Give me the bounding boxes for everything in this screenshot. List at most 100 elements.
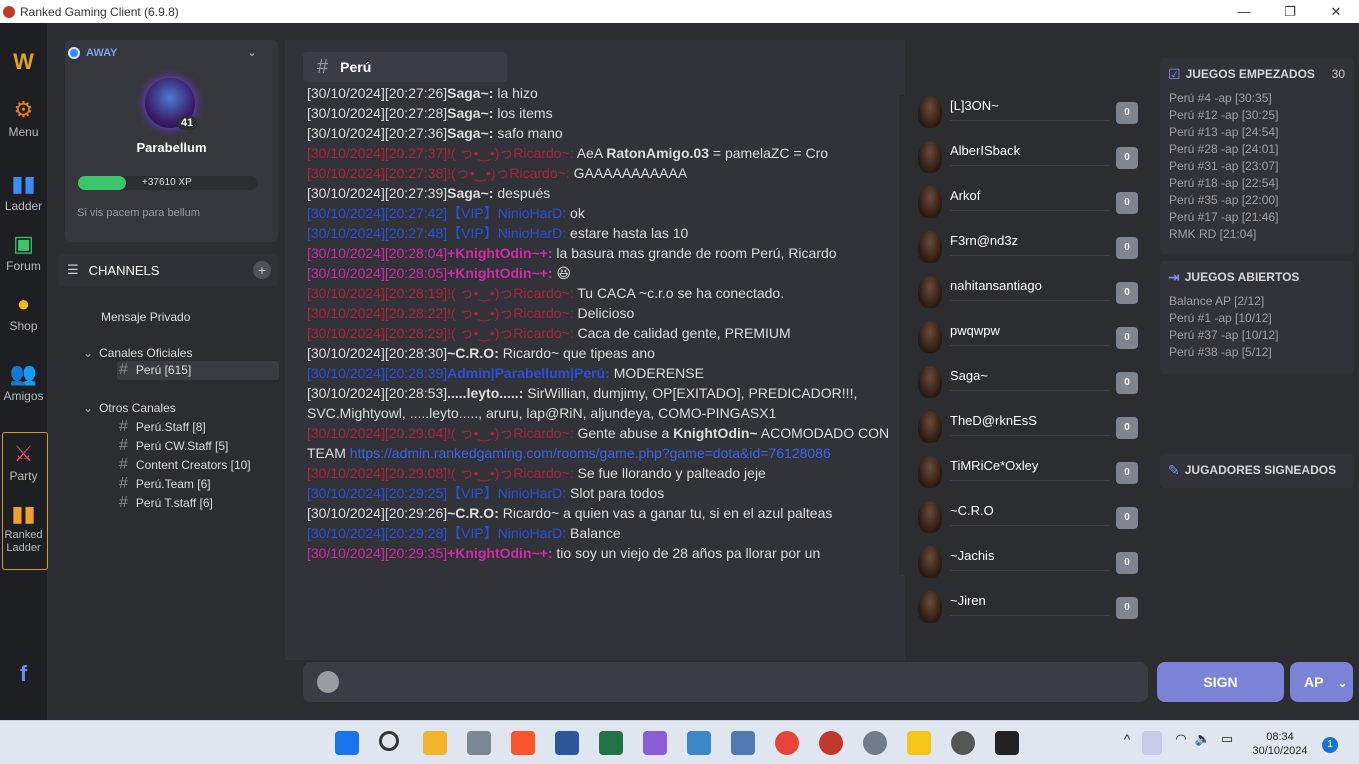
facebook-icon[interactable]: f	[0, 661, 47, 689]
user-list-item[interactable]: TheD@rknEsS 0	[912, 403, 1144, 448]
calculator-icon[interactable]	[467, 731, 491, 755]
game-list-item[interactable]: Perú #1 -ap [10/12]	[1160, 310, 1353, 327]
channel-item[interactable]: # Perú.Staff [8]	[119, 418, 206, 436]
message-author[interactable]: ~C.R.O	[447, 345, 494, 361]
notification-badge[interactable]: 1	[1322, 737, 1338, 753]
message-author[interactable]: ~C.R.O	[447, 505, 494, 521]
message-author[interactable]: +KnightOdin~+	[447, 265, 548, 281]
message-author[interactable]: !(っ•‿•)っRicardo~	[447, 165, 566, 181]
user-list-item[interactable]: ~Jachis 0	[912, 538, 1144, 583]
official-channels-group[interactable]: ⌄ Canales Oficiales	[83, 346, 192, 360]
user-list-item[interactable]: pwqwpw 0	[912, 313, 1144, 358]
message-author[interactable]: .....leyto.....	[447, 385, 519, 401]
nav-ranked-ladder[interactable]: ▮▮ Ranked Ladder	[0, 501, 47, 555]
message-author[interactable]: Saga~	[447, 185, 489, 201]
disk-app-icon[interactable]	[951, 731, 975, 755]
brave-browser-icon[interactable]	[511, 731, 535, 755]
message-author[interactable]: !( っ•‿•)っRicardo~	[447, 425, 570, 441]
channel-item[interactable]: # Perú T.staff [6]	[119, 494, 213, 512]
tray-feather-icon[interactable]	[1142, 731, 1162, 755]
message-author[interactable]: +KnightOdin~+	[447, 545, 548, 561]
nav-forum[interactable]: ▣ Forum	[0, 231, 47, 273]
warcraft-logo-icon[interactable]: W	[0, 49, 47, 77]
game-list-item[interactable]: Perú #38 -ap [5/12]	[1160, 344, 1353, 361]
user-list[interactable]: [L]3ON~ 0 AlberISback 0 Arkof 0 F3rn@nd3z 0 nahi…	[912, 88, 1144, 650]
monitor-app-icon[interactable]	[731, 731, 755, 755]
game-list-item[interactable]: Perú #18 -ap [22:54]	[1160, 175, 1353, 192]
chevron-up-icon[interactable]: ^	[1118, 731, 1136, 755]
clock[interactable]: 08:34 30/10/2024	[1248, 730, 1312, 758]
mode-dropdown[interactable]: AP ⌄	[1290, 662, 1353, 702]
game-list-item[interactable]: Perú #17 -ap [21:46]	[1160, 209, 1353, 226]
user-list-item[interactable]: TiMRiCe*Oxley 0	[912, 448, 1144, 493]
maximize-button[interactable]: ❐	[1267, 0, 1313, 23]
speaker-icon[interactable]: 🔈	[1194, 731, 1212, 755]
message-author[interactable]: 【VIP】NinioHarD	[447, 525, 562, 541]
game-list-item[interactable]: Perú #4 -ap [30:35]	[1160, 90, 1353, 107]
message-author[interactable]: !( っ•‿•)っRicardo~	[447, 285, 570, 301]
message-input[interactable]	[303, 662, 1148, 702]
minimize-button[interactable]: —	[1221, 0, 1267, 23]
game-list-item[interactable]: Perú #37 -ap [10/12]	[1160, 327, 1353, 344]
message-author[interactable]: 【VIP】NinioHarD	[447, 205, 562, 221]
message-link[interactable]: https://admin.rankedgaming.com/rooms/gam…	[350, 445, 831, 461]
word-icon[interactable]	[555, 731, 579, 755]
nav-friends[interactable]: 👥 Amigos	[0, 361, 47, 403]
message-author[interactable]: Admin|Parabellum|Perú	[447, 365, 605, 381]
message-author[interactable]: !( っ•‿•)っRicardo~	[447, 145, 570, 161]
chrome-icon[interactable]	[775, 731, 799, 755]
nav-party[interactable]: ⚔ Party	[0, 441, 47, 483]
channel-item-peru[interactable]: # Perú [615]	[117, 361, 279, 380]
user-list-item[interactable]: ~Jiren 0	[912, 583, 1144, 628]
message-list[interactable]: [30/10/2024][20:27:26]Saga~: la hizo [30/…	[307, 83, 891, 660]
feather-app-icon[interactable]	[643, 731, 667, 755]
settings-icon[interactable]	[863, 731, 887, 755]
message-author[interactable]: !( っ•‿•)っRicardo~	[447, 305, 570, 321]
other-channels-group[interactable]: ⌄ Otros Canales	[83, 401, 176, 415]
close-button[interactable]: ✕	[1313, 0, 1359, 23]
excel-icon[interactable]	[599, 731, 623, 755]
user-list-item[interactable]: ~C.R.O 0	[912, 493, 1144, 538]
wifi-icon[interactable]: ◠	[1172, 731, 1190, 755]
message-author[interactable]: Saga~	[447, 85, 489, 101]
message-author[interactable]: 【VIP】NinioHarD	[447, 485, 562, 501]
message-author[interactable]: Saga~	[447, 105, 489, 121]
message-author[interactable]: !( っ•‿•)っRicardo~	[447, 325, 570, 341]
message-author[interactable]: +KnightOdin~+	[447, 245, 548, 261]
emoji-icon[interactable]	[317, 671, 339, 693]
user-list-item[interactable]: F3rn@nd3z 0	[912, 223, 1144, 268]
channel-item[interactable]: # Perú.Team [6]	[119, 475, 211, 493]
nav-ladder[interactable]: ▮▮ Ladder	[0, 171, 47, 213]
game-list-item[interactable]: Perú #13 -ap [24:54]	[1160, 124, 1353, 141]
file-explorer-icon[interactable]	[423, 731, 447, 755]
game-list-item[interactable]: Perú #12 -ap [30:25]	[1160, 107, 1353, 124]
game-list-item[interactable]: Perú #31 -ap [23:07]	[1160, 158, 1353, 175]
message-author[interactable]: 【VIP】NinioHarD	[447, 225, 562, 241]
channel-item[interactable]: # Content Creators [10]	[119, 456, 251, 474]
channel-item[interactable]: # Perú CW.Staff [5]	[119, 437, 228, 455]
game-list-item[interactable]: Perú #28 -ap [24:01]	[1160, 141, 1353, 158]
private-message-item[interactable]: Mensaje Privado	[101, 310, 190, 324]
message-author[interactable]: Saga~	[447, 125, 489, 141]
user-list-item[interactable]: Arkof 0	[912, 178, 1144, 223]
sign-button[interactable]: SIGN	[1157, 662, 1284, 702]
user-list-item[interactable]: [L]3ON~ 0	[912, 88, 1144, 133]
media-player-icon[interactable]	[995, 731, 1019, 755]
user-list-item[interactable]: Saga~ 0	[912, 358, 1144, 403]
chat-scrollbar[interactable]	[899, 95, 905, 575]
control-panel-icon[interactable]	[687, 731, 711, 755]
windows-start-icon[interactable]	[335, 731, 359, 755]
game-list-item[interactable]: Perú #35 -ap [22:00]	[1160, 192, 1353, 209]
nav-shop[interactable]: ● Shop	[0, 291, 47, 333]
battery-icon[interactable]: ▭	[1218, 731, 1236, 755]
add-channel-button[interactable]: +	[253, 261, 271, 279]
nav-menu[interactable]: ⚙ Menu	[0, 97, 47, 139]
user-list-item[interactable]: AlberISback 0	[912, 133, 1144, 178]
search-icon[interactable]	[379, 731, 399, 751]
game-list-item[interactable]: RMK RD [21:04]	[1160, 226, 1353, 243]
message-author[interactable]: !( っ•‿•)っRicardo~	[447, 465, 570, 481]
sticky-notes-icon[interactable]	[907, 731, 931, 755]
game-client-icon[interactable]	[819, 731, 843, 755]
game-list-item[interactable]: Balance AP [2/12]	[1160, 293, 1353, 310]
status-selector[interactable]: AWAY ⌄	[68, 46, 257, 59]
